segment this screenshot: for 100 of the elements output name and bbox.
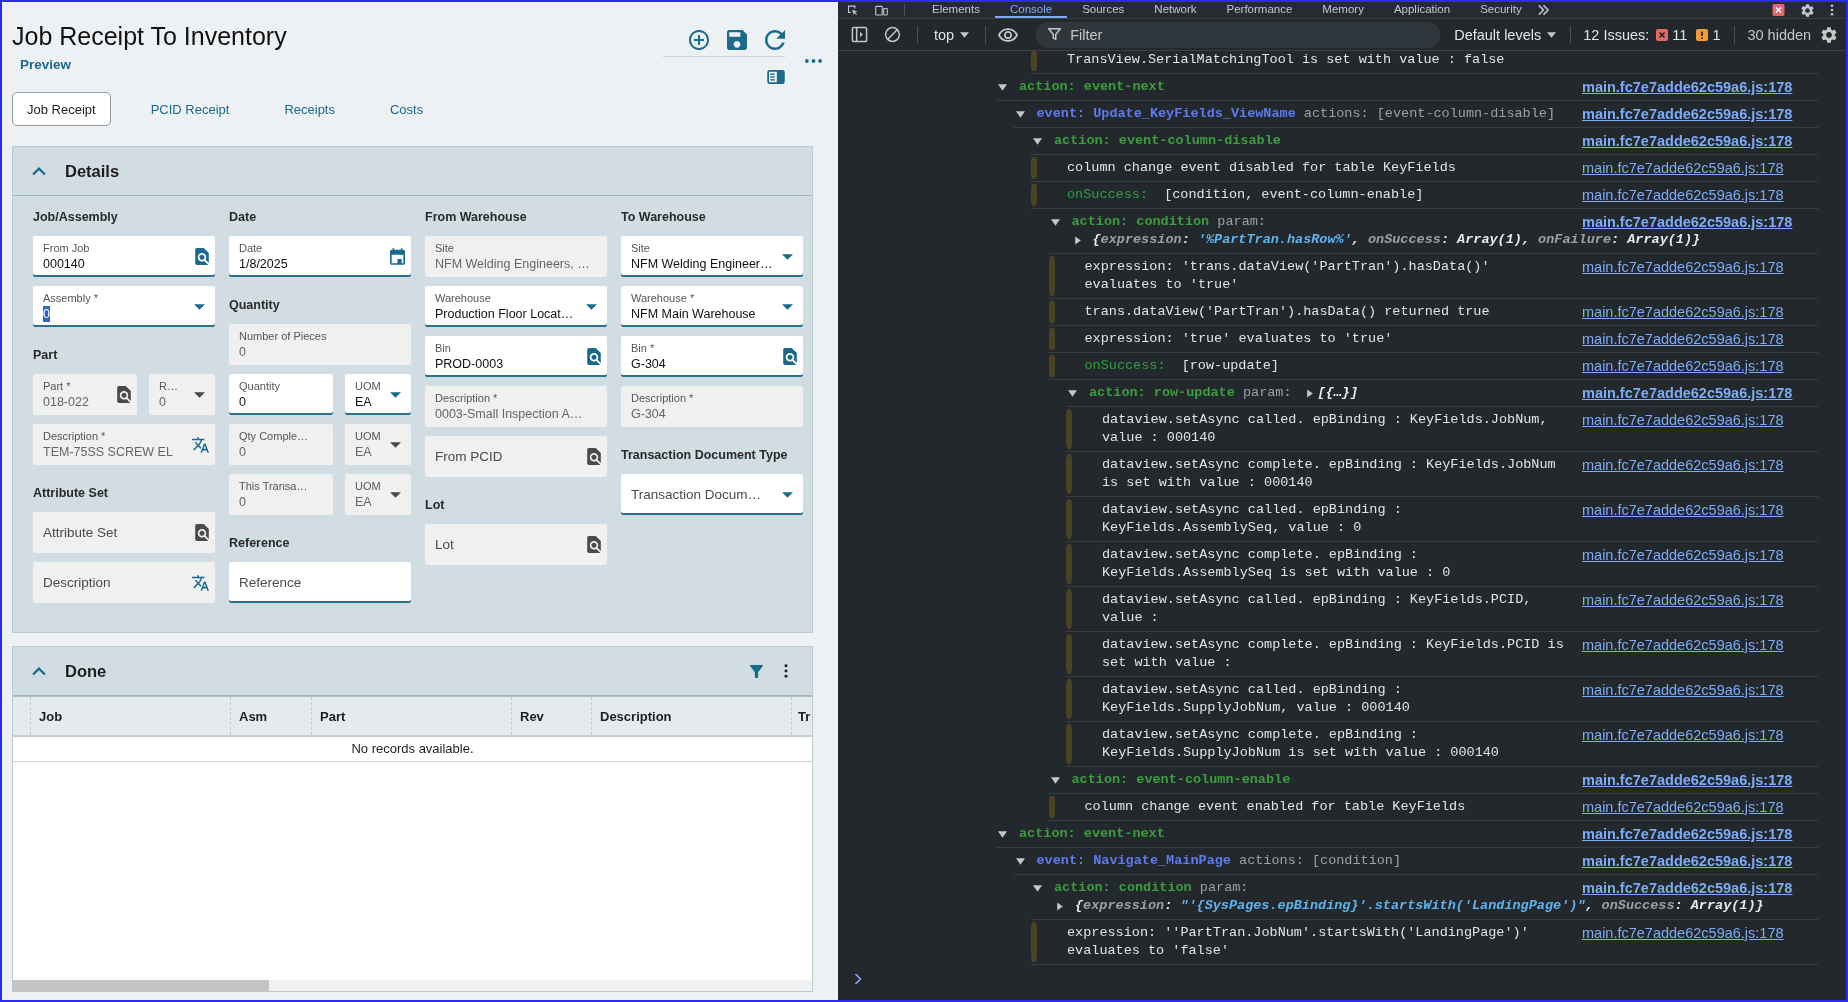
refresh-icon[interactable] xyxy=(765,30,785,50)
lookup-field[interactable]: From Job 000140 xyxy=(33,236,215,277)
disclosure-triangle-icon[interactable] xyxy=(998,829,1007,839)
caret-icon[interactable] xyxy=(390,391,401,398)
more-icon[interactable] xyxy=(1830,4,1834,16)
settings-icon[interactable] xyxy=(1821,26,1838,43)
column-header[interactable]: Part xyxy=(312,697,512,735)
tab[interactable]: Receipts xyxy=(269,92,350,126)
inspect-icon[interactable] xyxy=(846,4,859,16)
source-link[interactable]: main.fc7e7adde62c59a6.js:178 xyxy=(1582,772,1793,788)
disclosure-triangle-icon[interactable] xyxy=(1068,388,1077,398)
sidebar-icon[interactable] xyxy=(851,26,868,43)
disclosure-triangle-icon[interactable] xyxy=(1056,901,1064,911)
search-icon[interactable] xyxy=(587,348,601,365)
disclosure-triangle-icon[interactable] xyxy=(1305,388,1314,398)
tab[interactable]: Application xyxy=(1378,2,1466,18)
source-link[interactable]: main.fc7e7adde62c59a6.js:178 xyxy=(1582,358,1784,374)
scrollbar-thumb[interactable] xyxy=(13,980,269,991)
tab[interactable]: Performance xyxy=(1211,2,1308,18)
source-link[interactable]: main.fc7e7adde62c59a6.js:178 xyxy=(1582,412,1784,428)
column-header[interactable]: Job xyxy=(31,697,231,735)
caret-icon[interactable] xyxy=(782,303,793,310)
text-field[interactable]: Quantity 0 xyxy=(229,374,333,415)
lookup-field[interactable]: Bin PROD-0003 xyxy=(425,336,607,377)
disclosure-triangle-icon[interactable] xyxy=(1033,883,1042,893)
search-icon[interactable] xyxy=(783,348,797,365)
source-link[interactable]: main.fc7e7adde62c59a6.js:178 xyxy=(1582,133,1793,149)
filter-icon[interactable] xyxy=(750,664,763,678)
source-link[interactable]: main.fc7e7adde62c59a6.js:178 xyxy=(1582,682,1784,698)
source-link[interactable]: main.fc7e7adde62c59a6.js:178 xyxy=(1582,304,1784,320)
calendar-icon[interactable] xyxy=(390,248,405,265)
save-icon[interactable] xyxy=(727,30,747,50)
panel-icon[interactable] xyxy=(767,70,785,84)
source-link[interactable]: main.fc7e7adde62c59a6.js:178 xyxy=(1582,547,1784,563)
caret-icon[interactable] xyxy=(586,303,597,310)
dropdown-field[interactable]: Transaction Docum… xyxy=(621,474,803,515)
tab[interactable]: Job Receipt xyxy=(12,92,111,126)
settings-icon[interactable] xyxy=(1801,3,1814,17)
tab[interactable]: Costs xyxy=(375,92,439,126)
dropdown-field[interactable]: Assembly * 0 xyxy=(33,286,215,327)
caret-icon[interactable] xyxy=(782,491,793,498)
object-preview[interactable]: {expression: "'{SysPages.epBinding}'.startsWith('LandingPage')", onSuccess: Array(1)} xyxy=(1075,897,1764,915)
dropdown-field[interactable]: Warehouse * NFM Main Warehouse xyxy=(621,286,803,327)
column-header[interactable]: Asm xyxy=(231,697,312,735)
source-link[interactable]: main.fc7e7adde62c59a6.js:178 xyxy=(1582,592,1784,608)
source-link[interactable]: main.fc7e7adde62c59a6.js:178 xyxy=(1582,925,1784,941)
source-link[interactable]: main.fc7e7adde62c59a6.js:178 xyxy=(1582,826,1793,842)
disclosure-triangle-icon[interactable] xyxy=(1033,136,1042,146)
source-link[interactable]: main.fc7e7adde62c59a6.js:178 xyxy=(1582,214,1793,230)
preview-link[interactable]: Preview xyxy=(20,56,72,74)
tab[interactable]: Elements xyxy=(917,2,995,18)
search-icon[interactable] xyxy=(195,248,209,265)
log-levels-dropdown[interactable]: Default levels xyxy=(1450,26,1561,43)
source-link[interactable]: main.fc7e7adde62c59a6.js:178 xyxy=(1582,259,1784,275)
device-icon[interactable] xyxy=(875,4,888,16)
column-header[interactable]: Rev xyxy=(512,697,592,735)
lookup-field[interactable]: Bin * G-304 xyxy=(621,336,803,377)
column-header[interactable]: Description xyxy=(592,697,792,735)
eye-icon[interactable] xyxy=(998,27,1019,42)
disclosure-triangle-icon[interactable] xyxy=(1015,856,1025,866)
tab[interactable]: Console xyxy=(994,2,1068,18)
source-link[interactable]: main.fc7e7adde62c59a6.js:178 xyxy=(1582,637,1784,653)
disclosure-triangle-icon[interactable] xyxy=(1015,109,1025,119)
source-link[interactable]: main.fc7e7adde62c59a6.js:178 xyxy=(1582,727,1784,743)
issues-button[interactable]: 12 Issues: 11 1 xyxy=(1583,26,1723,43)
source-link[interactable]: main.fc7e7adde62c59a6.js:178 xyxy=(1582,106,1793,122)
date-field[interactable]: Date 1/8/2025 xyxy=(229,236,411,277)
more-icon[interactable] xyxy=(805,59,822,63)
filter-field[interactable]: Filter xyxy=(1036,21,1441,48)
double-chevron-icon[interactable] xyxy=(1536,4,1550,16)
chevron-icon[interactable] xyxy=(32,666,46,676)
column-header[interactable]: Tr xyxy=(792,697,812,735)
source-link[interactable]: main.fc7e7adde62c59a6.js:178 xyxy=(1582,79,1793,95)
more-icon[interactable] xyxy=(784,664,788,678)
dropdown-field[interactable]: Warehouse Production Floor Locat… xyxy=(425,286,607,327)
source-link[interactable]: main.fc7e7adde62c59a6.js:178 xyxy=(1582,799,1784,815)
source-link[interactable]: main.fc7e7adde62c59a6.js:178 xyxy=(1582,853,1793,869)
disclosure-triangle-icon[interactable] xyxy=(1050,775,1060,785)
tab[interactable]: Network xyxy=(1139,2,1212,18)
dropdown-field[interactable]: UOM EA xyxy=(345,374,411,415)
object-preview[interactable]: {expression: '%PartTran.hasRow%', onSuccess: Array(1), onFailure: Array(1)} xyxy=(1092,231,1701,249)
context-dropdown[interactable]: top xyxy=(930,26,974,43)
add-icon[interactable] xyxy=(689,30,709,50)
source-link[interactable]: main.fc7e7adde62c59a6.js:178 xyxy=(1582,385,1793,401)
tab[interactable]: Memory xyxy=(1307,2,1379,18)
source-link[interactable]: main.fc7e7adde62c59a6.js:178 xyxy=(1582,457,1784,473)
tab[interactable]: Sources xyxy=(1067,2,1140,18)
error-icon[interactable] xyxy=(1772,4,1785,16)
prompt-chevron-icon[interactable] xyxy=(854,973,862,985)
source-link[interactable]: main.fc7e7adde62c59a6.js:178 xyxy=(1582,502,1784,518)
disclosure-triangle-icon[interactable] xyxy=(1073,235,1082,245)
text-field[interactable]: Reference xyxy=(229,562,411,603)
object-preview[interactable]: [{…}] xyxy=(1317,384,1359,402)
source-link[interactable]: main.fc7e7adde62c59a6.js:178 xyxy=(1582,880,1793,896)
disclosure-triangle-icon[interactable] xyxy=(998,82,1007,92)
tab[interactable]: PCID Receipt xyxy=(135,92,245,126)
disclosure-triangle-icon[interactable] xyxy=(1050,217,1060,227)
tab[interactable]: Security xyxy=(1465,2,1537,18)
source-link[interactable]: main.fc7e7adde62c59a6.js:178 xyxy=(1582,187,1784,203)
source-link[interactable]: main.fc7e7adde62c59a6.js:178 xyxy=(1582,160,1784,176)
